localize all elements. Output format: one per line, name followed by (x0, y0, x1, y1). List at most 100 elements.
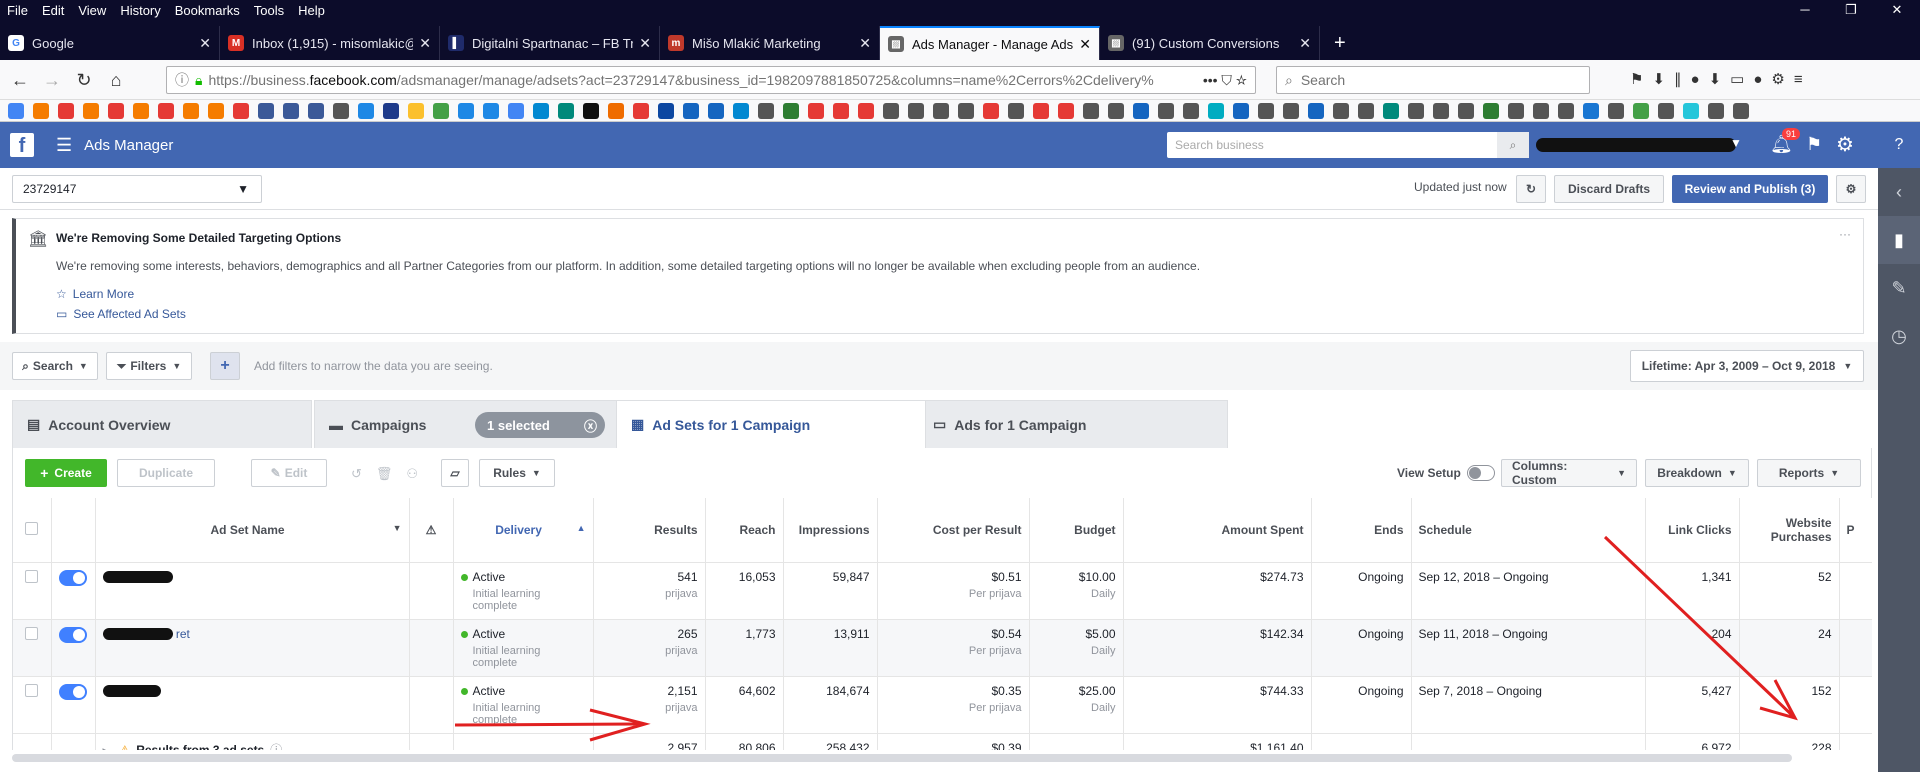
expand-icon[interactable]: ▶ (103, 746, 110, 751)
back-icon[interactable]: ← (8, 68, 32, 92)
date-range-picker[interactable]: Lifetime: Apr 3, 2009 – Oct 9, 2018 ▼ (1630, 350, 1864, 382)
ad-set-status-toggle[interactable] (59, 683, 87, 700)
bookmark-icon[interactable] (508, 102, 524, 119)
bookmark-icon[interactable] (8, 102, 24, 119)
filters-button[interactable]: ⏷ Filters ▼ (106, 352, 192, 380)
tab-account-overview[interactable]: ▤ Account Overview (12, 400, 312, 448)
close-tab-icon[interactable]: ✕ (859, 35, 871, 52)
hamburger-menu-icon[interactable]: ☰ (56, 135, 72, 156)
settings-button[interactable]: ⚙ (1836, 175, 1866, 203)
browser-tab-active[interactable]: ▨ Ads Manager - Manage Ads - A ✕ (880, 26, 1100, 60)
bookmark-icon[interactable] (833, 102, 849, 119)
bookmark-icon[interactable] (583, 102, 599, 119)
bookmark-icon[interactable] (1458, 102, 1474, 119)
bookmark-icon[interactable] (658, 102, 674, 119)
bookmark-icon[interactable] (1208, 102, 1224, 119)
close-tab-icon[interactable]: ✕ (1079, 36, 1091, 53)
budget-cell[interactable]: $10.00 Daily (1029, 562, 1124, 620)
tab-ad-sets[interactable]: ▦ Ad Sets for 1 Campaign (616, 400, 926, 448)
url-bar[interactable]: ⓘ 🔒︎ https://business.facebook.com/adsma… (166, 66, 1256, 94)
bookmark-icon[interactable] (1383, 102, 1399, 119)
help-icon[interactable]: ? (1878, 122, 1920, 168)
refresh-button[interactable]: ↻ (1516, 175, 1546, 203)
bookmark-icon[interactable] (333, 102, 349, 119)
bookmark-icon[interactable] (933, 102, 949, 119)
bookmark-icon[interactable] (1058, 102, 1074, 119)
ad-set-name-cell[interactable] (95, 676, 410, 734)
row-checkbox[interactable] (25, 569, 39, 583)
rules-button[interactable]: Rules ▼ (479, 459, 555, 487)
bookmark-icon[interactable] (733, 102, 749, 119)
bookmark-icon[interactable] (1583, 102, 1599, 119)
bookmark-icon[interactable] (1483, 102, 1499, 119)
browser-tab[interactable]: ▌ Digitalni Spartnanac – FB Trenin ✕ (440, 26, 660, 60)
review-publish-button[interactable]: Review and Publish (3) (1672, 175, 1828, 203)
bookmark-icon[interactable] (33, 102, 49, 119)
info-icon[interactable]: ⓘ (270, 743, 282, 751)
bookmark-icon[interactable] (133, 102, 149, 119)
bookmark-icon[interactable] (1533, 102, 1549, 119)
close-tab-icon[interactable]: ✕ (419, 35, 431, 52)
bookmark-icon[interactable] (1283, 102, 1299, 119)
tab-ads[interactable]: ▭ Ads for 1 Campaign (918, 400, 1228, 448)
bulk-action-icons[interactable]: ↺🗑︎⚇ (351, 466, 432, 482)
column-header-link-clicks[interactable]: Link Clicks (1645, 498, 1740, 563)
bookmark-icon[interactable] (558, 102, 574, 119)
bookmark-icon[interactable] (1558, 102, 1574, 119)
bookmark-icon[interactable] (158, 102, 174, 119)
column-header-truncated[interactable]: P (1839, 498, 1872, 563)
bookmark-icon[interactable] (1033, 102, 1049, 119)
collapse-panel-icon[interactable]: ‹ (1878, 168, 1920, 216)
select-all-checkbox[interactable] (25, 521, 39, 535)
bookmark-icon[interactable] (1133, 102, 1149, 119)
bookmark-icon[interactable] (983, 102, 999, 119)
bookmark-icon[interactable] (783, 102, 799, 119)
reports-button[interactable]: Reports ▼ (1757, 459, 1861, 487)
bookmark-icon[interactable] (458, 102, 474, 119)
bookmark-icon[interactable] (883, 102, 899, 119)
clear-selection-icon[interactable]: ⓧ (584, 416, 597, 435)
search-icon[interactable]: ⌕ (1497, 132, 1529, 158)
browser-search-field[interactable]: ⌕ Search (1276, 66, 1590, 94)
menu-bookmarks[interactable]: Bookmarks (168, 3, 247, 18)
browser-tab[interactable]: m Mišo Mlakić Marketing ✕ (660, 26, 880, 60)
bookmark-icon[interactable] (1333, 102, 1349, 119)
columns-button[interactable]: Columns: Custom ▼ (1501, 459, 1637, 487)
bookmark-icon[interactable] (958, 102, 974, 119)
select-all-cell[interactable] (13, 498, 52, 563)
row-checkbox[interactable] (25, 683, 39, 697)
bookmark-icon[interactable] (1258, 102, 1274, 119)
minimize-icon[interactable]: ─ (1782, 0, 1828, 20)
bookmark-icon[interactable] (1608, 102, 1624, 119)
close-window-icon[interactable]: ✕ (1874, 0, 1920, 20)
tab-campaigns[interactable]: ▬ Campaigns 1 selected ⓧ (314, 400, 620, 448)
budget-cell[interactable]: $25.00 Daily (1029, 676, 1124, 734)
browser-tab[interactable]: G Google ✕ (0, 26, 220, 60)
close-tab-icon[interactable]: ✕ (639, 35, 651, 52)
toolbar-icons[interactable]: ⚑⬇∥●⬇▭●⚙≡ (1630, 70, 1812, 88)
add-filter-button[interactable]: + (210, 352, 240, 380)
pencil-icon[interactable]: ✎ (1878, 264, 1920, 312)
bookmark-icon[interactable] (1708, 102, 1724, 119)
menu-file[interactable]: File (0, 3, 35, 18)
row-checkbox[interactable] (25, 626, 39, 640)
home-icon[interactable]: ⌂ (104, 68, 128, 92)
column-header-schedule[interactable]: Schedule (1411, 498, 1646, 563)
bookmark-icon[interactable] (358, 102, 374, 119)
learn-more-link[interactable]: ☆ Learn More (56, 287, 134, 301)
search-filter-button[interactable]: ⌕ Search ▼ (12, 352, 98, 380)
info-icon[interactable]: ⓘ (175, 70, 189, 90)
menu-tools[interactable]: Tools (247, 3, 291, 18)
bookmark-icon[interactable] (683, 102, 699, 119)
bookmark-icon[interactable] (608, 102, 624, 119)
bookmark-icon[interactable] (433, 102, 449, 119)
new-tab-icon[interactable]: + (1320, 26, 1360, 60)
bookmark-icon[interactable] (1308, 102, 1324, 119)
bookmark-icon[interactable] (183, 102, 199, 119)
bookmark-icon[interactable] (808, 102, 824, 119)
bookmark-icon[interactable] (633, 102, 649, 119)
column-header-budget[interactable]: Budget (1029, 498, 1124, 563)
close-tab-icon[interactable]: ✕ (199, 35, 211, 52)
settings-gear-icon[interactable]: ⚙ (1836, 132, 1854, 157)
selection-pill[interactable]: 1 selected ⓧ (475, 412, 605, 438)
